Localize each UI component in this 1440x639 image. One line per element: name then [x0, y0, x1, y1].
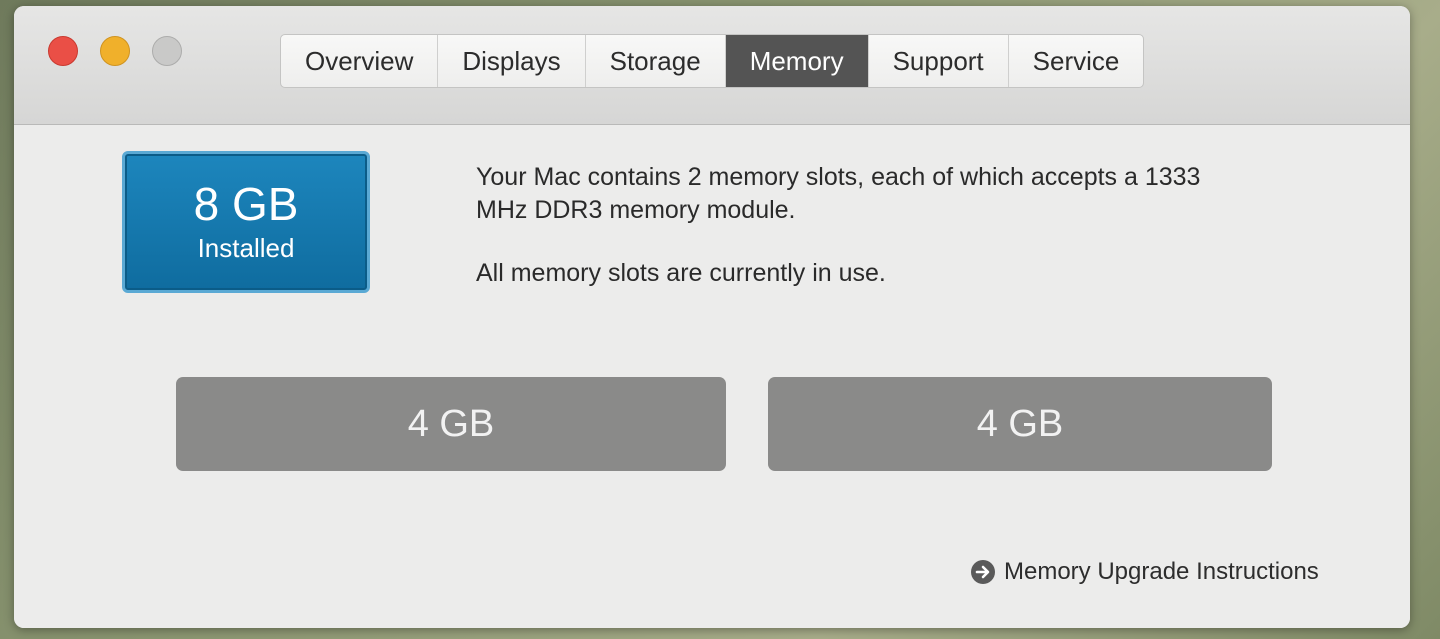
memory-slots-description: Your Mac contains 2 memory slots, each o…	[476, 163, 1201, 224]
tab-service[interactable]: Service	[1009, 35, 1144, 87]
zoom-button[interactable]	[152, 36, 182, 66]
tab-bar: Overview Displays Storage Memory Support…	[280, 34, 1145, 88]
minimize-button[interactable]	[100, 36, 130, 66]
tab-memory[interactable]: Memory	[725, 35, 869, 87]
memory-slot-2: 4 GB	[768, 377, 1272, 471]
about-this-mac-window: Overview Displays Storage Memory Support…	[14, 6, 1410, 628]
tab-displays[interactable]: Displays	[438, 35, 586, 87]
memory-slots-status: All memory slots are currently in use.	[476, 259, 886, 287]
tab-support[interactable]: Support	[869, 35, 1009, 87]
installed-memory-label: Installed	[197, 233, 295, 263]
memory-slot-1: 4 GB	[176, 377, 726, 471]
tab-storage[interactable]: Storage	[586, 35, 726, 87]
arrow-circle-right-icon	[971, 560, 995, 584]
installed-memory-size: 8 GB	[193, 178, 299, 230]
title-bar: Overview Displays Storage Memory Support…	[14, 6, 1410, 125]
close-button[interactable]	[48, 36, 78, 66]
installed-memory-badge: 8 GB Installed	[122, 151, 370, 293]
tab-overview[interactable]: Overview	[281, 35, 439, 87]
memory-panel: 8 GB Installed Your Mac contains 2 memor…	[14, 125, 1410, 628]
memory-upgrade-instructions-label: Memory Upgrade Instructions	[1004, 558, 1319, 585]
memory-upgrade-instructions-link[interactable]: Memory Upgrade Instructions	[970, 555, 1319, 589]
